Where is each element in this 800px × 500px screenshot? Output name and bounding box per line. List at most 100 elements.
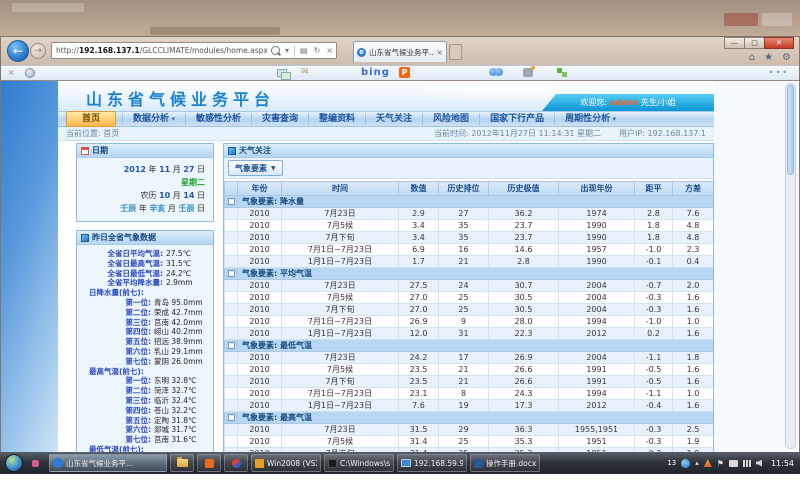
address-bar[interactable]: http://192.168.137.1/GLCCLIMATE/modules/… [51,42,337,59]
table-header-cell[interactable]: 数值 [399,182,439,196]
addon-compass-icon[interactable] [25,68,35,78]
favorites-star-button[interactable]: ★ [764,52,773,63]
nav-item-3[interactable]: 灾害查询 [251,113,308,125]
task-button-media[interactable] [224,454,248,472]
table-header-cell[interactable]: 历史排位 [439,182,489,196]
tools-gear-button[interactable]: ⚙ [782,52,791,63]
bing-p-icon[interactable]: P [399,67,410,78]
nav-item-5[interactable]: 天气关注 [365,113,422,125]
group-checkbox[interactable] [228,198,235,205]
forward-button[interactable]: → [30,43,46,59]
stop-icon[interactable]: × [326,43,333,58]
address-input[interactable]: http://192.168.137.1/GLCCLIMATE/modules/… [52,46,269,55]
element-filter-button[interactable]: 气象要素 ▼ [228,160,283,176]
chevron-down-icon: ▼ [271,165,276,172]
table-row[interactable]: 20107月1日~7月23日26.9928.01994-1.01.0 [225,316,714,328]
nav-item-1[interactable]: 数据分析 [122,113,185,125]
task-button-remote[interactable]: 192.168.59.99... [397,454,467,472]
table-group-row[interactable]: 气象要素: 最高气温 [225,412,714,424]
nav-item-4[interactable]: 整编资料 [308,113,365,125]
group-checkbox[interactable] [228,270,235,277]
bing-logo[interactable]: bing [361,67,390,78]
table-row[interactable]: 20107月23日27.52430.72004-0.72.0 [225,280,714,292]
task-button-cmd[interactable]: C:\Windows\s... [324,454,394,472]
addon-close-icon[interactable]: × [8,68,15,77]
home-button[interactable]: ⌂ [749,52,755,63]
table-cell: 7月23日 [282,424,399,436]
table-row[interactable]: 20107月下旬27.02530.52004-0.31.6 [225,304,714,316]
task-button-ie[interactable]: 山东省气候业务平... [49,454,167,472]
task-button-folder[interactable] [170,454,194,472]
table-row[interactable]: 20107月1日~7月23日6.91614.61957-1.02.3 [225,244,714,256]
back-button[interactable]: ← [7,40,29,62]
table-row[interactable]: 20107月5候3.43523.719901.84.8 [225,220,714,232]
date-token: 辛亥 [149,204,165,213]
group-checkbox[interactable] [228,414,235,421]
table-header-cell[interactable]: 时间 [282,182,399,196]
task-button-word[interactable]: 操作手册.docx ... [470,454,540,472]
table-row[interactable]: 20107月5候31.42535.31951-0.31.9 [225,436,714,448]
table-row[interactable]: 20107月5候27.02530.52004-0.31.6 [225,292,714,304]
group-checkbox[interactable] [228,342,235,349]
table-row[interactable]: 20107月下旬3.43523.719901.84.8 [225,232,714,244]
new-tab-button[interactable] [449,44,462,60]
table-header-cell[interactable]: 年份 [238,182,282,196]
table-row[interactable]: 20101月1日~7月23日1.7212.81990-0.10.4 [225,256,714,268]
table-header-cell[interactable]: 距平 [635,182,673,196]
weather-panel-title: 昨日全省气象数据 [92,232,156,243]
nav-item-8[interactable]: 周期性分析 [554,113,626,125]
task-button-vm[interactable]: Win2008 (VS2... [251,454,321,472]
table-row[interactable]: 20107月下旬23.52126.61991-0.51.6 [225,376,714,388]
table-row[interactable]: 20107月1日~7月23日23.1824.31994-1.11.0 [225,388,714,400]
tab-close-icon[interactable]: × [436,48,443,57]
nav-item-2[interactable]: 敏感性分析 [185,113,251,125]
minimize-button[interactable]: — [724,37,745,49]
table-row[interactable]: 20101月1日~7月23日7.61917.32012-0.41.6 [225,400,714,412]
date-token: 壬辰 [178,204,194,213]
table-row[interactable]: 20101月1日~7月23日12.03122.320120.21.6 [225,328,714,340]
table-row[interactable]: 20107月5候23.52126.61991-0.51.6 [225,364,714,376]
pinned-app-icon[interactable] [32,460,39,467]
tray-up-arrow-icon[interactable]: ▴ [695,459,699,467]
cards-icon[interactable] [277,69,289,78]
browser-tab[interactable]: e 山东省气候业务平... × [353,41,447,62]
display-icon[interactable] [729,460,738,467]
table-row[interactable]: 20107月23日24.21726.92004-1.11.8 [225,352,714,364]
compatibility-view-icon[interactable]: ▤ [300,43,308,58]
tab-title: 山东省气候业务平... [369,47,434,58]
speaker-icon[interactable] [756,460,762,467]
close-button[interactable]: ✕ [764,37,794,49]
table-header-cell[interactable]: 出现年份 [559,182,635,196]
maximize-button[interactable]: □ [744,37,765,49]
scrollbar-thumb[interactable] [787,85,794,175]
table-group-row[interactable]: 气象要素: 平均气温 [225,268,714,280]
toolbar-overflow-dots[interactable]: ••• [769,68,789,77]
start-button[interactable] [5,454,23,472]
taskbar-clock[interactable]: 11:54 [771,459,794,468]
tray-blue-icon[interactable] [681,459,690,468]
nav-item-7[interactable]: 国家下行产品 [479,113,554,125]
table-cell: 1.7 [399,256,439,268]
table-cell: 1991 [559,376,635,388]
search-dropdown-icon[interactable]: ▾ [285,43,289,58]
table-group-row[interactable]: 气象要素: 降水量 [225,196,714,208]
table-row[interactable]: 20107月23日2.92736.219742.87.6 [225,208,714,220]
refresh-icon[interactable]: ↻ [314,43,321,58]
nav-item-6[interactable]: 风险地图 [422,113,479,125]
apps-icon[interactable] [557,68,569,77]
nav-item-0[interactable]: 首页 [66,111,116,127]
people-icon[interactable] [523,68,533,77]
messenger-icon[interactable] [489,68,503,77]
rank-value: 招远 38.9mm [154,337,203,347]
network-icon[interactable] [743,460,751,467]
search-icon[interactable] [271,46,280,55]
mail-icon[interactable]: ✉ [301,67,309,77]
table-row[interactable]: 20107月23日31.52936.31955,1951-0.32.5 [225,424,714,436]
task-button-orange[interactable] [197,454,221,472]
table-header-cell[interactable]: 历史极值 [489,182,559,196]
table-header-cell[interactable]: 方差 [673,182,714,196]
table-group-row[interactable]: 气象要素: 最低气温 [225,340,714,352]
browser-scrollbar[interactable] [785,83,796,449]
tray-flame-icon[interactable] [704,459,712,467]
action-center-flag-icon[interactable]: ⚑ [717,459,724,468]
